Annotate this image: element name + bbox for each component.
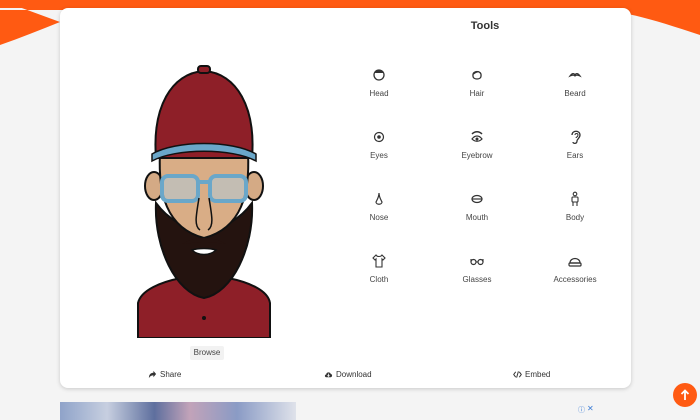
share-button[interactable]: Share <box>148 370 181 379</box>
tool-glasses[interactable]: Glasses <box>428 249 526 311</box>
ad-info-icon[interactable]: ⓘ <box>578 405 585 415</box>
tool-hair[interactable]: Hair <box>428 63 526 125</box>
tool-label: Beard <box>564 89 586 98</box>
tool-eyes[interactable]: Eyes <box>330 125 428 187</box>
head-icon <box>373 69 385 81</box>
tool-label: Mouth <box>465 213 489 222</box>
tool-head[interactable]: Head <box>330 63 428 125</box>
beard-icon <box>568 73 582 78</box>
tool-label: Accessories <box>553 275 597 284</box>
code-icon <box>513 371 522 378</box>
action-bar: Share Download Embed <box>60 370 631 384</box>
share-label: Share <box>160 370 182 379</box>
body-icon <box>571 191 579 206</box>
avatar-preview <box>136 58 272 339</box>
avatar-illustration <box>137 65 271 339</box>
ear-icon <box>571 130 581 145</box>
glasses-icon <box>470 258 484 266</box>
accessories-icon <box>568 257 582 267</box>
ad-banner[interactable] <box>60 402 296 420</box>
tool-label: Ears <box>566 151 584 160</box>
tool-ears[interactable]: Ears <box>526 125 624 187</box>
arrow-up-icon <box>680 389 690 400</box>
tools-grid: Head Hair Beard Eyes Eyebrow Ears Nose M… <box>330 63 630 313</box>
nose-icon <box>375 192 383 205</box>
tool-beard[interactable]: Beard <box>526 63 624 125</box>
tools-title: Tools <box>470 20 500 32</box>
hair-icon <box>472 70 482 80</box>
cloth-icon <box>372 254 386 268</box>
embed-label: Embed <box>525 370 551 379</box>
browse-button[interactable]: Browse <box>190 346 224 360</box>
share-icon <box>148 370 157 379</box>
tool-body[interactable]: Body <box>526 187 624 249</box>
tool-label: Nose <box>369 213 389 222</box>
tool-label: Cloth <box>369 275 389 284</box>
tool-label: Eyes <box>370 151 388 160</box>
tool-label: Body <box>565 213 585 222</box>
tool-nose[interactable]: Nose <box>330 187 428 249</box>
ad-close-icon[interactable]: ✕ <box>587 404 594 413</box>
download-button[interactable]: Download <box>324 370 372 379</box>
tool-mouth[interactable]: Mouth <box>428 187 526 249</box>
tool-eyebrow[interactable]: Eyebrow <box>428 125 526 187</box>
tool-label: Head <box>369 89 389 98</box>
eyebrow-icon <box>471 131 483 142</box>
download-label: Download <box>336 370 372 379</box>
eye-icon <box>373 131 385 143</box>
cloud-download-icon <box>324 372 333 378</box>
tool-label: Eyebrow <box>461 151 493 160</box>
mouth-icon <box>471 194 483 204</box>
scroll-top-button[interactable] <box>673 383 697 407</box>
tool-label: Hair <box>469 89 485 98</box>
editor-card: Tools Browse Head Hair Beard Eyes Eyebro… <box>60 8 631 388</box>
tool-accessories[interactable]: Accessories <box>526 249 624 311</box>
tool-label: Glasses <box>462 275 492 284</box>
embed-button[interactable]: Embed <box>513 370 550 379</box>
tool-cloth[interactable]: Cloth <box>330 249 428 311</box>
